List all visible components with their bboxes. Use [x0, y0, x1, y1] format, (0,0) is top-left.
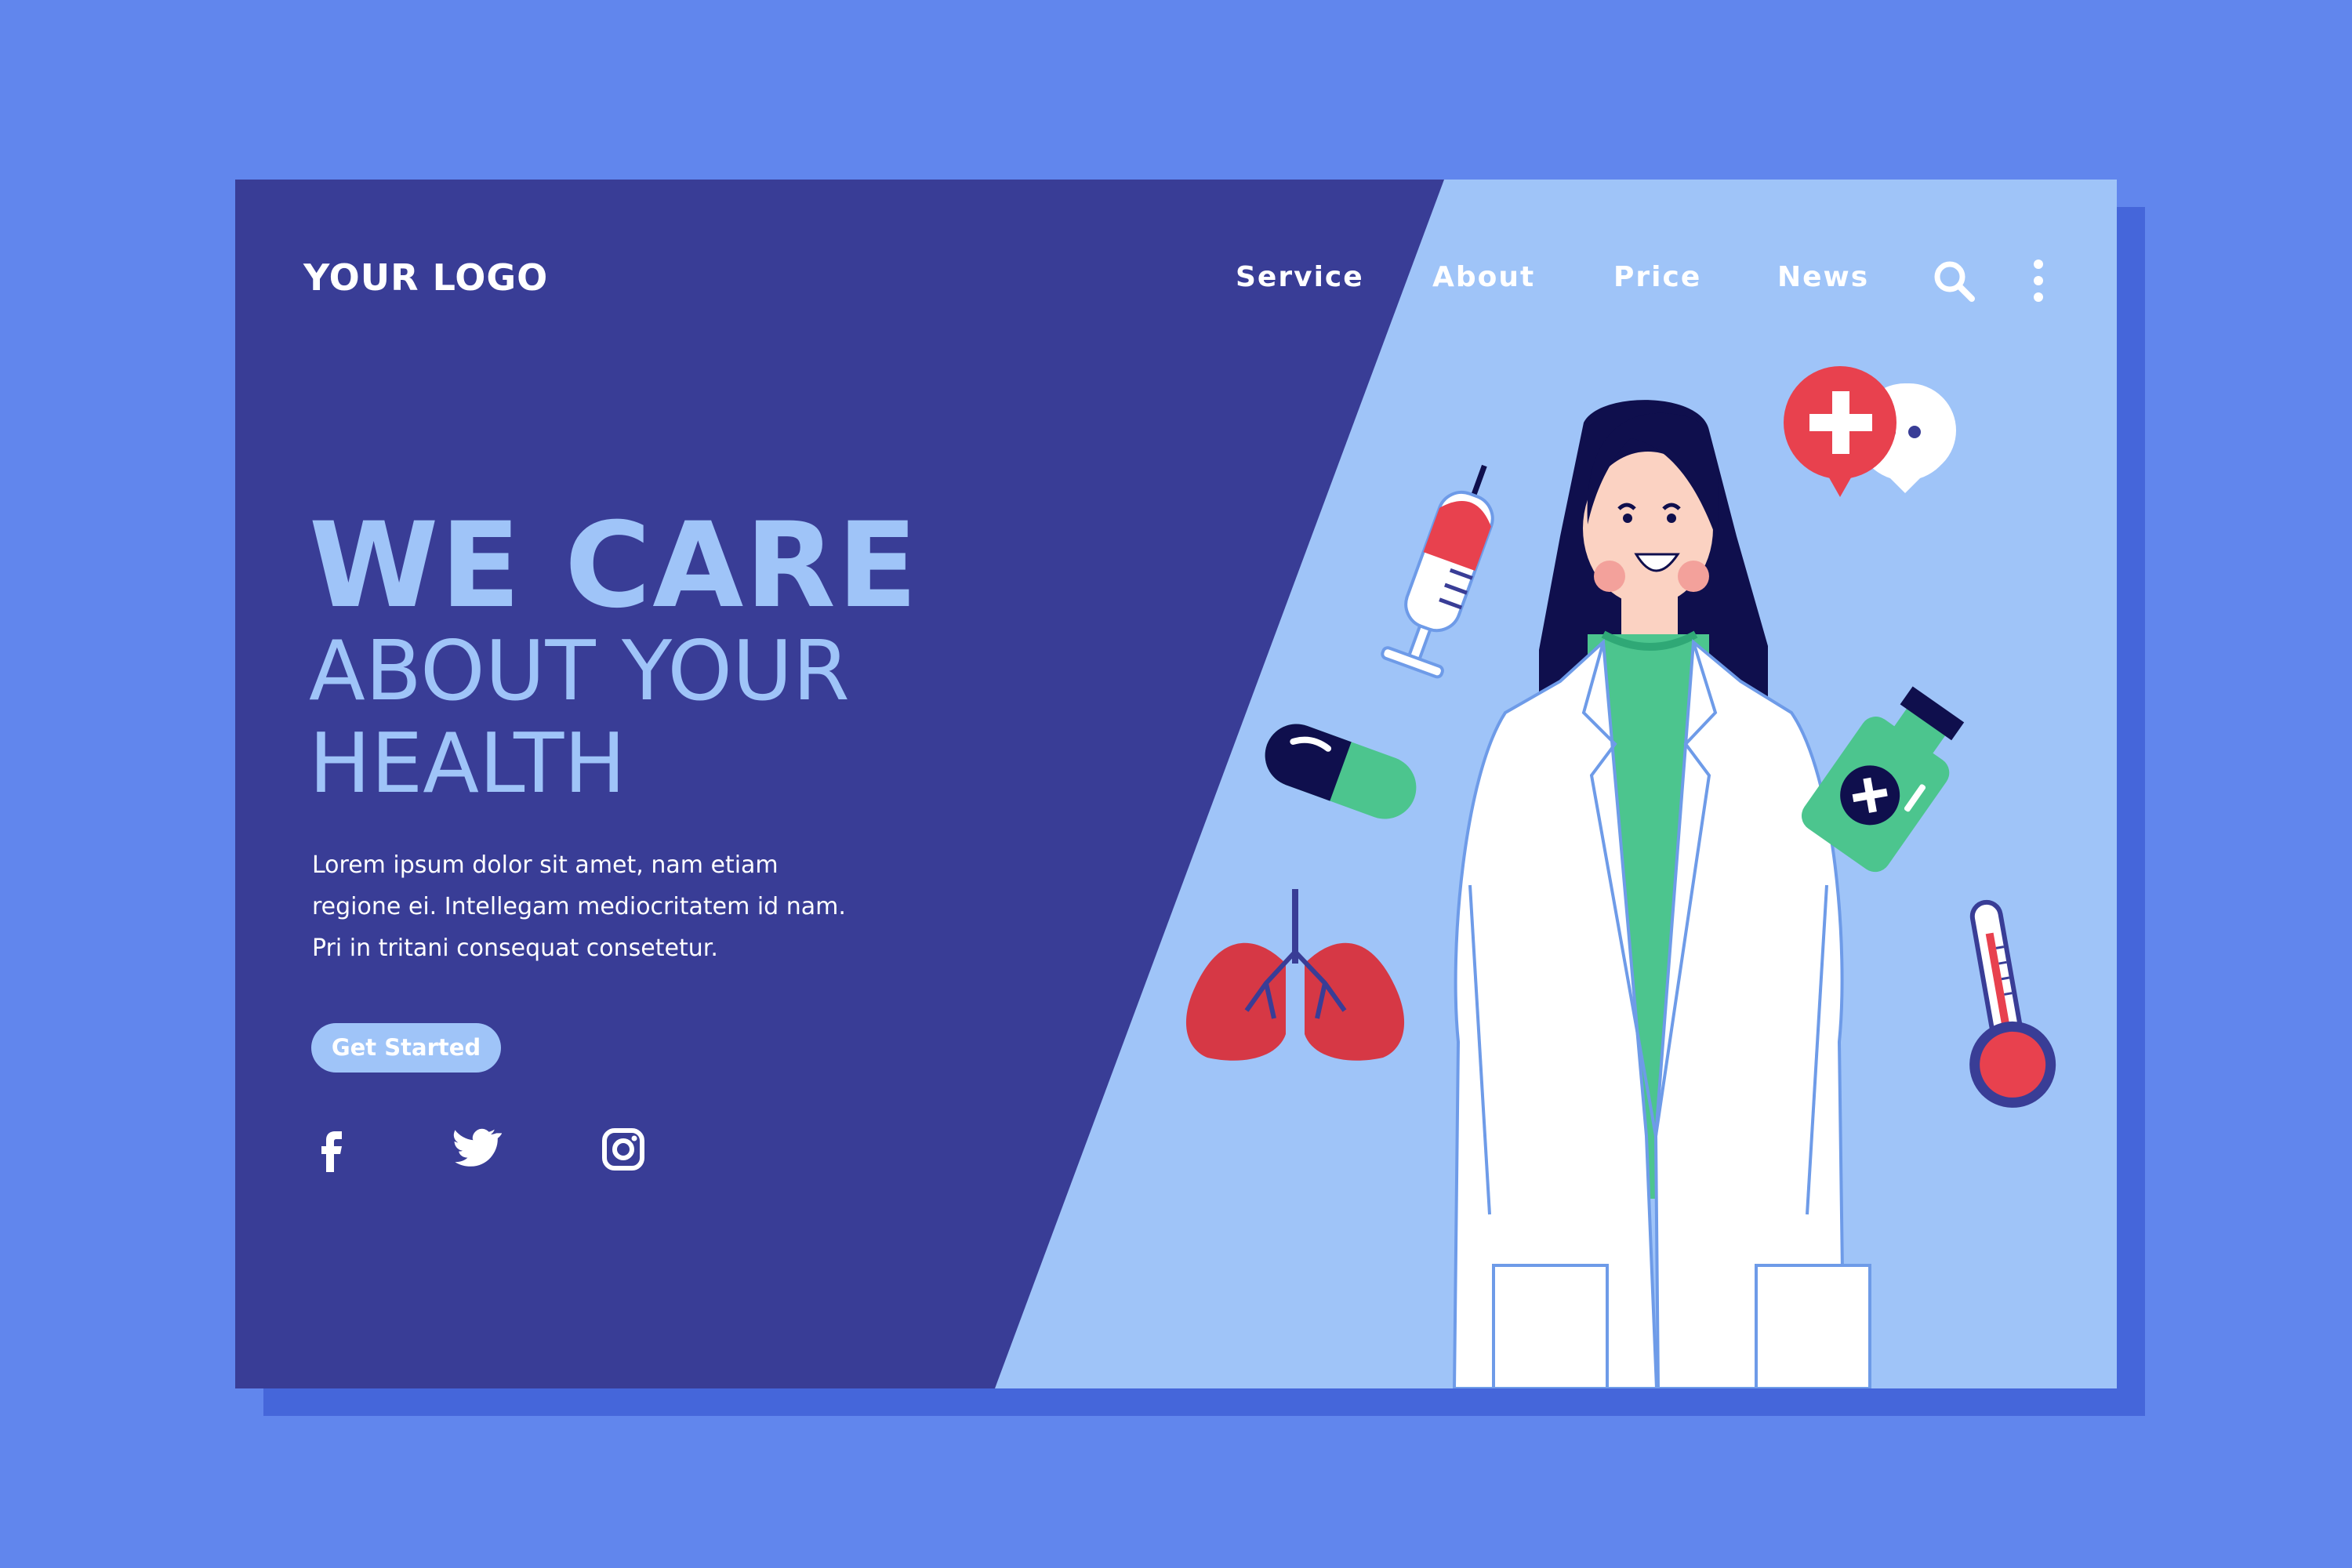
instagram-icon[interactable] [596, 1122, 651, 1177]
hero-heading-line-2: ABOUT YOUR [309, 623, 850, 719]
facebook-icon[interactable] [306, 1122, 361, 1177]
search-icon[interactable] [1931, 258, 1978, 305]
hero-heading-line-1: WE CARE [309, 498, 920, 634]
nav-item-price[interactable]: Price [1613, 261, 1701, 293]
hero-description-line-3: Pri in tritani consequat consetetur. [312, 935, 718, 962]
get-started-button[interactable]: Get Started [311, 1023, 501, 1073]
hero-heading-line-3: HEALTH [309, 716, 626, 811]
hero-description-line-1: Lorem ipsum dolor sit amet, nam etiam [312, 851, 779, 879]
landing-card: YOUR LOGO Service About Price News WE CA… [235, 180, 2117, 1388]
hero-description-line-2: regione ei. Intellegam mediocritatem id … [312, 893, 846, 920]
nav-item-service[interactable]: Service [1236, 261, 1364, 293]
more-vertical-icon[interactable] [2023, 258, 2054, 307]
logo[interactable]: YOUR LOGO [303, 256, 548, 299]
nav-item-about[interactable]: About [1432, 261, 1535, 293]
twitter-icon[interactable] [447, 1122, 503, 1177]
nav-item-news[interactable]: News [1777, 261, 1869, 293]
